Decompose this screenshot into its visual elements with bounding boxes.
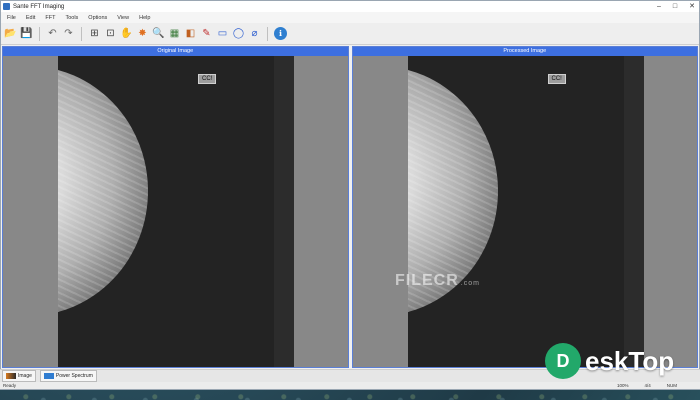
image-panels: Original Image CC! Processed Image CC! bbox=[2, 46, 698, 368]
toolbar-separator bbox=[267, 26, 268, 41]
desktop-logo-watermark: D eskTop bbox=[545, 343, 674, 379]
film-edge bbox=[623, 56, 644, 367]
tab-power-spectrum[interactable]: Power Spectrum bbox=[39, 370, 97, 382]
rectangle-icon[interactable]: ▭ bbox=[216, 27, 229, 40]
menu-edit[interactable]: Edit bbox=[26, 15, 35, 21]
status-page: 4/4 bbox=[644, 383, 651, 388]
menu-file[interactable]: File bbox=[7, 15, 16, 21]
menu-fft[interactable]: FFT bbox=[45, 15, 55, 21]
brightness-icon[interactable]: ✸ bbox=[136, 27, 149, 40]
tissue-texture bbox=[58, 66, 148, 316]
ellipse-icon[interactable]: ◯ bbox=[232, 27, 245, 40]
original-image-panel: Original Image CC! bbox=[2, 46, 349, 368]
tab-power-spectrum-label: Power Spectrum bbox=[55, 373, 93, 379]
undo-icon[interactable]: ↶ bbox=[46, 27, 59, 40]
toolbar-separator bbox=[39, 26, 40, 41]
original-panel-title: Original Image bbox=[3, 47, 348, 56]
zoom-icon[interactable]: 🔍 bbox=[152, 27, 165, 40]
toolbar-separator bbox=[81, 26, 82, 41]
info-icon[interactable]: ℹ bbox=[274, 27, 287, 40]
redo-icon[interactable]: ↷ bbox=[62, 27, 75, 40]
status-num: NUM bbox=[666, 383, 677, 388]
menu-options[interactable]: Options bbox=[88, 15, 107, 21]
menu-view[interactable]: View bbox=[117, 15, 129, 21]
processed-image-panel: Processed Image CC! bbox=[351, 46, 698, 368]
toolbar: 📂 💾 ↶ ↷ ⊞ ⊡ ✋ ✸ 🔍 ▦ ◧ ✎ ▭ ◯ ⌀ ℹ bbox=[1, 23, 699, 45]
maximize-button[interactable]: □ bbox=[673, 1, 677, 12]
open-icon[interactable]: 📂 bbox=[4, 27, 17, 40]
actual-size-icon[interactable]: ⊡ bbox=[104, 27, 117, 40]
original-image-view[interactable]: CC! bbox=[3, 56, 348, 367]
tab-image[interactable]: Image bbox=[2, 370, 36, 382]
spectrum-thumbnail-icon bbox=[43, 373, 54, 379]
fit-window-icon[interactable]: ⊞ bbox=[88, 27, 101, 40]
pencil-icon[interactable]: ✎ bbox=[200, 27, 213, 40]
menu-bar: File Edit FFT Tools Options View Help bbox=[1, 12, 699, 23]
view-label: CC! bbox=[198, 74, 217, 84]
status-bar: Ready 100% 4/4 NUM bbox=[0, 382, 700, 389]
mammogram-image: CC! bbox=[58, 56, 294, 367]
hand-pan-icon[interactable]: ✋ bbox=[120, 27, 133, 40]
film-edge bbox=[274, 56, 294, 367]
filecr-suffix: .com bbox=[460, 280, 480, 287]
processed-panel-title: Processed Image bbox=[352, 47, 697, 56]
filecr-text: FILECR bbox=[395, 272, 459, 289]
close-button[interactable]: ✕ bbox=[689, 1, 695, 12]
window-title: Sante FFT Imaging bbox=[13, 3, 65, 10]
minimize-button[interactable]: – bbox=[657, 1, 661, 12]
filter-icon[interactable]: ▦ bbox=[168, 27, 181, 40]
logo-text: eskTop bbox=[585, 345, 675, 376]
view-label: CC! bbox=[547, 74, 566, 84]
app-icon bbox=[3, 3, 10, 10]
save-icon[interactable]: 💾 bbox=[20, 27, 33, 40]
mammogram-image: CC! bbox=[407, 56, 644, 367]
tab-image-label: Image bbox=[18, 373, 32, 379]
title-bar: Sante FFT Imaging – □ ✕ bbox=[1, 1, 699, 12]
status-text: Ready bbox=[3, 383, 17, 388]
filecr-watermark: FILECR .com bbox=[395, 272, 480, 290]
processed-image-view[interactable]: CC! bbox=[352, 56, 697, 367]
menu-tools[interactable]: Tools bbox=[65, 15, 78, 21]
compare-icon[interactable]: ◧ bbox=[184, 27, 197, 40]
logo-icon: D bbox=[545, 343, 581, 379]
image-thumbnail-icon bbox=[6, 373, 16, 379]
status-zoom: 100% bbox=[616, 383, 629, 388]
line-eraser-icon[interactable]: ⌀ bbox=[248, 27, 261, 40]
menu-help[interactable]: Help bbox=[139, 15, 150, 21]
